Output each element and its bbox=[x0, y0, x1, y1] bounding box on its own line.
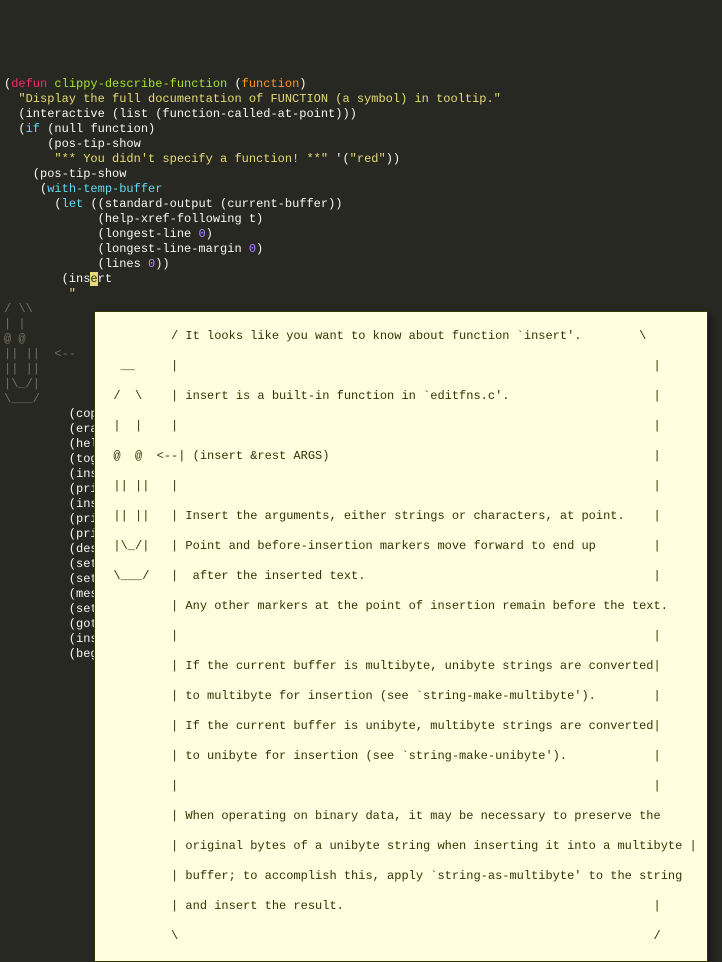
tooltip-line: | to unibyte for insertion (see `string-… bbox=[99, 749, 703, 764]
tooltip-line: | Any other markers at the point of inse… bbox=[99, 599, 703, 614]
tooltip-line: @ @ <--| (insert &rest ARGS) | bbox=[99, 449, 703, 464]
tooltip-line: | buffer; to accomplish this, apply `str… bbox=[99, 869, 703, 884]
tooltip-line: | When operating on binary data, it may … bbox=[99, 809, 703, 824]
docstring: "Display the full documentation of FUNCT… bbox=[4, 92, 501, 106]
keyword-if: if bbox=[26, 122, 40, 136]
tooltip-line: | original bytes of a unibyte string whe… bbox=[99, 839, 703, 854]
tooltip-line: | | | | bbox=[99, 419, 703, 434]
code-line: (interactive (list (function-called-at-p… bbox=[4, 107, 357, 121]
tooltip-line: | If the current buffer is unibyte, mult… bbox=[99, 719, 703, 734]
tooltip-line: | If the current buffer is multibyte, un… bbox=[99, 659, 703, 674]
clippy-tooltip: / It looks like you want to know about f… bbox=[94, 311, 708, 962]
parameter: function bbox=[242, 77, 300, 91]
keyword-with-temp-buffer: with-temp-buffer bbox=[47, 182, 162, 196]
tooltip-line: || || | | bbox=[99, 479, 703, 494]
function-name: clippy-describe-function bbox=[54, 77, 227, 91]
keyword-defun: defun bbox=[11, 77, 47, 91]
tooltip-line: \ / bbox=[99, 929, 703, 944]
tooltip-line: || || | Insert the arguments, either str… bbox=[99, 509, 703, 524]
tooltip-line: | and insert the result. | bbox=[99, 899, 703, 914]
tooltip-line: | to multibyte for insertion (see `strin… bbox=[99, 689, 703, 704]
cursor: e bbox=[90, 272, 97, 286]
tooltip-line: | | bbox=[99, 779, 703, 794]
tooltip-line: | | bbox=[99, 629, 703, 644]
margin-clippy-art: / \\ bbox=[4, 302, 33, 316]
tooltip-line: __ | | bbox=[99, 359, 703, 374]
keyword-let: let bbox=[62, 197, 84, 211]
tooltip-line: / \ | insert is a built-in function in `… bbox=[99, 389, 703, 404]
tooltip-line: / It looks like you want to know about f… bbox=[99, 329, 703, 344]
tooltip-line: |\_/| | Point and before-insertion marke… bbox=[99, 539, 703, 554]
tooltip-line: \___/ | after the inserted text. | bbox=[99, 569, 703, 584]
